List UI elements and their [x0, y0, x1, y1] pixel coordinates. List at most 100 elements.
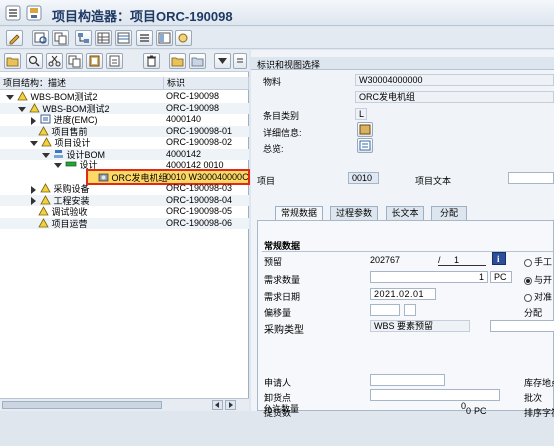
- tree-row-label: 项目运营: [51, 218, 88, 229]
- edit-pencil-icon[interactable]: [6, 30, 23, 46]
- copy-icon[interactable]: [52, 30, 69, 46]
- info-icon[interactable]: i: [492, 252, 506, 265]
- tree-rows: WBS-BOM测试2 ORC-190098 WBS-BOM测试2 ORC-19009…: [0, 91, 250, 446]
- find-icon[interactable]: [26, 53, 43, 69]
- tree-row-label: WBS-BOM测试2: [42, 103, 110, 114]
- radio-manual[interactable]: 手工: [524, 255, 552, 268]
- horizontal-scrollbar[interactable]: [0, 398, 249, 411]
- item-category-field[interactable]: L: [355, 108, 367, 120]
- menu-icon[interactable]: [5, 5, 21, 21]
- radio-align[interactable]: 对准: [524, 290, 552, 303]
- proc-type-label: 采购类型: [264, 325, 304, 336]
- expand-down-icon[interactable]: [6, 95, 14, 100]
- folder-up-icon[interactable]: [169, 53, 186, 69]
- req-date-field[interactable]: 2021.02.01: [370, 288, 436, 300]
- general-data-panel: 常规数据 预留 202767 / 1 i 手工 需求数量 1 PC 与开 需求日…: [257, 220, 554, 418]
- proc-type-field[interactable]: WBS 要素预留: [370, 320, 470, 332]
- req-date-label: 需求日期: [264, 292, 301, 302]
- overview-list-icon[interactable]: [357, 138, 373, 153]
- tab-general-data[interactable]: 常规数据: [275, 206, 323, 220]
- tab-long-text[interactable]: 长文本: [386, 206, 424, 220]
- col-structure-header[interactable]: 项目结构：描述: [0, 77, 164, 90]
- item-category-label: 条目类别: [263, 111, 300, 121]
- collapse-right-icon[interactable]: [31, 197, 36, 205]
- tree-header: 项目结构：描述 标识: [0, 77, 249, 90]
- panel-title: 标识和视图选择: [257, 60, 321, 70]
- requester-field[interactable]: [370, 374, 445, 386]
- list-icon[interactable]: [136, 30, 153, 46]
- tree-row[interactable]: 调试验收 ORC-190098-05: [0, 206, 249, 217]
- expand-down-icon[interactable]: [30, 141, 38, 146]
- item-number-field[interactable]: 0010: [348, 172, 379, 184]
- material-description-field[interactable]: ORC发电机组: [355, 91, 554, 103]
- display-icon[interactable]: [32, 30, 49, 46]
- open-folder-icon[interactable]: [4, 53, 21, 69]
- requester-label: 申请人: [264, 378, 292, 388]
- tree-row[interactable]: 进度(EMC) 4000140: [0, 114, 249, 125]
- table-icon[interactable]: [115, 30, 132, 46]
- copy-node-icon[interactable]: [66, 53, 83, 69]
- dropdown-filter-icon[interactable]: [214, 53, 231, 69]
- cut-icon[interactable]: [46, 53, 63, 69]
- req-qty-field[interactable]: 1: [370, 271, 488, 283]
- item-label: 项目: [257, 176, 276, 186]
- tree-row[interactable]: 设计BOM 4000142: [0, 148, 249, 160]
- expand-down-icon[interactable]: [54, 163, 62, 169]
- req-qty-unit-field[interactable]: PC: [490, 271, 512, 283]
- structure-icon[interactable]: [75, 30, 92, 46]
- tree-row[interactable]: 项目运营 ORC-190098-06: [0, 217, 249, 229]
- reservation-value: 202767: [370, 255, 401, 265]
- paste-icon[interactable]: [86, 53, 103, 69]
- paste-node-icon[interactable]: [106, 53, 123, 69]
- tree-row[interactable]: ORC发电机组 0010 W300040000C: [0, 168, 250, 185]
- tree-row[interactable]: 项目设计 ORC-190098-02: [0, 137, 249, 148]
- tab-assignment[interactable]: 分配: [431, 206, 467, 220]
- window-title: 项目构造器：项目ORC-190098: [52, 9, 233, 24]
- item-text-label: 项目文本: [415, 176, 452, 186]
- tree-row-id: ORC-190098-04: [166, 194, 233, 205]
- material-field[interactable]: W30004000000: [355, 74, 554, 86]
- menu-more-icon[interactable]: [233, 53, 247, 69]
- collapse-right-icon[interactable]: [31, 185, 36, 194]
- tree-row-id: 0010 W300040000C: [166, 171, 249, 182]
- layout-icon[interactable]: [156, 30, 173, 46]
- tree-row-id: 4000142: [166, 148, 202, 159]
- material-icon: [98, 172, 109, 185]
- tree-row[interactable]: 项目售前 ORC-190098-01: [0, 125, 249, 137]
- tree-row-label: 设计BOM: [66, 149, 106, 160]
- tree-row[interactable]: WBS-BOM测试2 ORC-190098: [0, 102, 249, 114]
- delete-icon[interactable]: [143, 53, 160, 69]
- radio-manual-label: 手工: [534, 257, 553, 267]
- scrollbar-thumb[interactable]: [2, 401, 162, 409]
- radio-with-start[interactable]: 与开: [524, 273, 552, 286]
- tree-row[interactable]: 工程安装 ORC-190098-04: [0, 194, 249, 206]
- svg-text:i: i: [497, 254, 500, 264]
- offset-unit-field[interactable]: [404, 304, 416, 316]
- allowed-qty-label: 允许数量: [263, 404, 300, 414]
- req-qty-label: 需求数量: [264, 275, 301, 285]
- proc-extra-field[interactable]: [490, 320, 554, 332]
- scroll-right-icon[interactable]: [225, 400, 236, 410]
- detail-icon[interactable]: [357, 122, 373, 137]
- tree-row-id: ORC-190098-05: [166, 206, 233, 216]
- expand-down-icon[interactable]: [42, 152, 50, 158]
- col-id-header[interactable]: 标识: [164, 77, 249, 90]
- tree-row-label: ORC发电机组: [111, 172, 168, 183]
- tree-row[interactable]: 采购设备 ORC-190098-03: [0, 183, 249, 194]
- tree-row-id: 4000140: [166, 114, 202, 124]
- overview-icon[interactable]: [175, 30, 192, 46]
- batch-label: 批次: [524, 393, 543, 403]
- folder-down-icon[interactable]: [189, 53, 206, 69]
- collapse-right-icon[interactable]: [31, 116, 36, 125]
- unloading-point-field[interactable]: [370, 389, 500, 401]
- grid-icon[interactable]: [95, 30, 112, 46]
- save-icon[interactable]: [26, 5, 42, 21]
- scroll-left-icon[interactable]: [212, 400, 223, 410]
- offset-field[interactable]: [370, 304, 400, 316]
- reservation-underline: [438, 265, 486, 266]
- tree-row-label: 工程安装: [53, 195, 90, 206]
- tab-process-params[interactable]: 过程参数: [330, 206, 378, 220]
- item-text-field[interactable]: [508, 172, 554, 184]
- expand-down-icon[interactable]: [18, 106, 26, 112]
- tree-row[interactable]: WBS-BOM测试2 ORC-190098: [0, 91, 249, 102]
